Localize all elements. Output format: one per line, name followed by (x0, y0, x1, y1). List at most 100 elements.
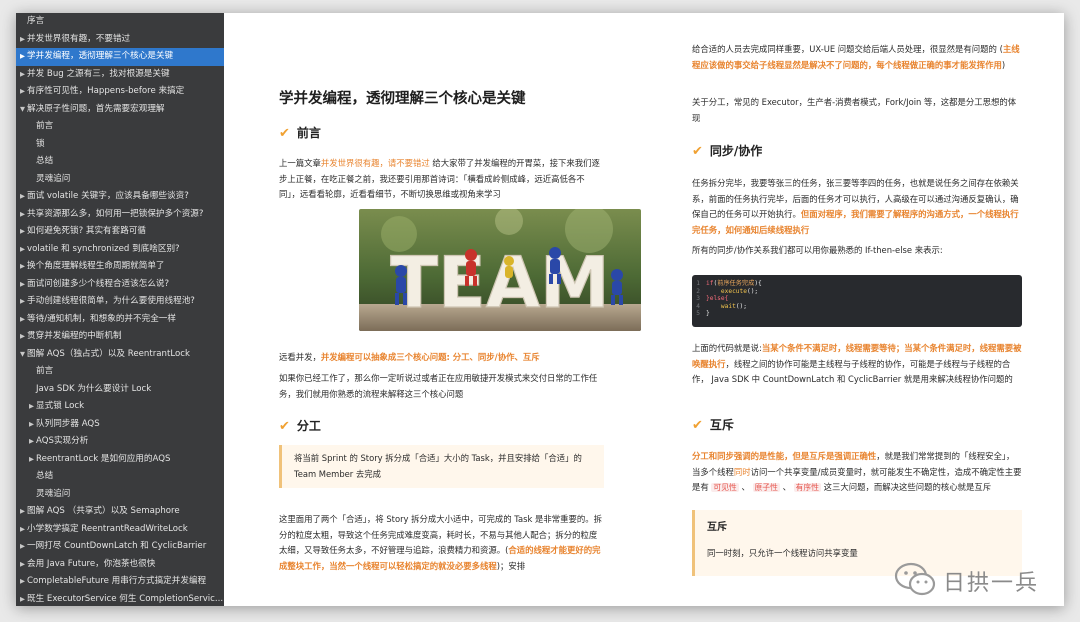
toc-item[interactable]: ▶ 图解 AQS （共享式）以及 Semaphore (16, 503, 224, 521)
team-illustration: TEAM (359, 209, 641, 331)
caret-right-icon[interactable]: ▶ (18, 206, 27, 224)
toc-item-label: 并发世界很有趣，不要错过 (27, 33, 131, 44)
caret-right-icon[interactable]: ▶ (27, 416, 36, 434)
caret-down-icon[interactable]: ▼ (18, 101, 27, 119)
toc-item-label: 解决原子性问题，首先需要宏观理解 (27, 103, 165, 114)
article-title: 学并发编程，透彻理解三个核心是关键 (279, 91, 526, 107)
caret-right-icon[interactable]: ▶ (18, 503, 27, 521)
toc-item[interactable]: ▶ 共享资源那么多，如何用一把锁保护多个资源? (16, 206, 224, 224)
watermark-text: 日拱一兵 (943, 571, 1040, 596)
toc-item[interactable]: ▶ 并发世界很有趣，不要错过 (16, 31, 224, 49)
caret-right-icon[interactable]: ▶ (18, 328, 27, 346)
caret-right-icon[interactable]: ▶ (18, 538, 27, 556)
watermark: 日拱一兵 (893, 557, 1063, 599)
toc-item[interactable]: ▶ 换个角度理解线程生命周期就简单了 (16, 258, 224, 276)
app-window: 序言 ▶ 并发世界很有趣，不要错过 ▶ 学并发编程，透彻理解三个核心是关键 ▶ 并发 Bug… (16, 13, 1064, 606)
sync-paragraph: 任务拆分完毕，我要等张三的任务，张三要等李四的任务，也就是说任务之间存在依赖关系… (692, 178, 1019, 235)
caret-right-icon[interactable]: ▶ (18, 521, 27, 539)
toc-item-label: 一网打尽 CountDownLatch 和 CyclicBarrier (27, 541, 207, 551)
toc-item-label: 如何避免死锁? 其实有套路可循 (27, 226, 147, 236)
caret-right-icon[interactable]: ▶ (18, 258, 27, 276)
after-image-paragraph: 远看并发，并发编程可以抽象成三个核心问题: 分工、同步/协作、互斥 (279, 352, 540, 362)
toc-item[interactable]: ▶ 如何避免死锁? 其实有套路可循 (16, 223, 224, 241)
code-line: 1 if(前序任务完成){ (696, 280, 762, 287)
team-letters: TEAM (390, 242, 609, 324)
toc-item-label: 手动创建线程很简单，为什么要使用线程池? (27, 296, 195, 306)
mutex-paragraph: 分工和同步强调的是性能，但是互斥是强调正确性，就是我们常常提到的「线程安全」，当… (692, 451, 1022, 492)
toc-item-label: 总结 (36, 471, 54, 481)
caret-right-icon[interactable]: ▶ (18, 591, 27, 607)
toc-item[interactable]: 前言 (16, 118, 224, 136)
toc-item[interactable]: ▼ 解决原子性问题，首先需要宏观理解 (16, 101, 224, 119)
if-then-else-paragraph: 所有的同步/协作关系我们都可以用你最熟悉的 If-then-else 来表示: (692, 245, 943, 255)
toc-item[interactable]: ▶ 等待/通知机制，和想象的并不完全一样 (16, 311, 224, 329)
toc-sidebar[interactable]: 序言 ▶ 并发世界很有趣，不要错过 ▶ 学并发编程，透彻理解三个核心是关键 ▶ 并发 Bug… (16, 13, 224, 606)
toc-item-label: 小学数学搞定 ReentrantReadWriteLock (27, 523, 188, 534)
caret-right-icon[interactable]: ▶ (18, 223, 27, 241)
toc-item[interactable]: ▶ 会用 Java Future，你泡茶也很快 (16, 556, 224, 574)
toc-item-label: 显式锁 Lock (36, 401, 85, 411)
toc-item[interactable]: ▶ AQS实现分析 (16, 433, 224, 451)
caret-down-icon[interactable]: ▼ (18, 346, 27, 364)
caret-right-icon[interactable]: ▶ (18, 48, 27, 66)
toc-item[interactable]: ▶ 手动创建线程很简单，为什么要使用线程池? (16, 293, 224, 311)
caret-right-icon[interactable]: ▶ (18, 66, 27, 84)
caret-right-icon[interactable]: ▶ (18, 556, 27, 574)
toc-item-label: 队列同步器 AQS (36, 418, 100, 429)
caret-right-icon[interactable]: ▶ (18, 31, 27, 49)
check-icon: ✔ (279, 126, 290, 141)
code-explain-paragraph: 上面的代码就是说:当某个条件不满足时，线程需要等待；当某个条件满足时，线程需要被… (692, 343, 1022, 384)
toc-item[interactable]: 灵魂追问 (16, 171, 224, 189)
toc-item-label: 学并发编程，透彻理解三个核心是关键 (27, 51, 174, 61)
caret-right-icon[interactable]: ▶ (27, 398, 36, 416)
caret-right-icon[interactable]: ▶ (18, 83, 27, 101)
heading-divide: ✔ 分工 (279, 419, 321, 434)
caret-right-icon[interactable]: ▶ (18, 311, 27, 329)
toc-item[interactable]: ▶ 并发 Bug 之源有三，找对根源是关键 (16, 66, 224, 84)
caret-right-icon[interactable]: ▶ (27, 451, 36, 469)
toc-item[interactable]: ▶ 学并发编程，透彻理解三个核心是关键 (16, 48, 224, 66)
code-block: 1 if(前序任务完成){ 2 execute(); 3}else{ 4 wait… (692, 275, 1022, 327)
caret-right-icon[interactable]: ▶ (18, 293, 27, 311)
caret-right-icon[interactable]: ▶ (18, 241, 27, 259)
article-content: 学并发编程，透彻理解三个核心是关键 ✔ 前言 上一篇文章并发世界很有趣，请不要错过… (224, 13, 1064, 606)
toc-item[interactable]: ▶ 贯穿并发编程的中断机制 (16, 328, 224, 346)
toc-item-label: 图解 AQS （共享式）以及 Semaphore (27, 506, 180, 516)
tag-ordering: 有序性 (793, 483, 821, 492)
toc-item[interactable]: ▶ 有序性可见性，Happens-before 来搞定 (16, 83, 224, 101)
toc-item[interactable]: ▶ ReentrantLock 是如何应用的AQS (16, 451, 224, 469)
toc-item[interactable]: 总结 (16, 468, 224, 486)
toc-item[interactable]: 灵魂追问 (16, 486, 224, 504)
toc-item-label: 有序性可见性，Happens-before 来搞定 (27, 86, 185, 96)
wechat-icon (894, 562, 936, 596)
toc-item-label: 共享资源那么多，如何用一把锁保护多个资源? (27, 208, 204, 219)
quote-sprint: 将当前 Sprint 的 Story 拆分成「合适」大小的 Task，并且安排给… (279, 445, 604, 488)
toc-item[interactable]: ▶ 队列同步器 AQS (16, 416, 224, 434)
toc-item[interactable]: ▶ CompletableFuture 用串行方式搞定并发编程 (16, 573, 224, 591)
caret-right-icon[interactable]: ▶ (27, 433, 36, 451)
caret-right-icon[interactable]: ▶ (18, 573, 27, 591)
toc-item-label: volatile 和 synchronized 到底啥区别? (27, 243, 180, 254)
toc-item[interactable]: 前言 (16, 363, 224, 381)
toc-item-label: 灵魂追问 (36, 173, 71, 184)
toc-item[interactable]: ▶ 显式锁 Lock (16, 398, 224, 416)
toc-item[interactable]: ▶ 一网打尽 CountDownLatch 和 CyclicBarrier (16, 538, 224, 556)
toc-item-label: 面试问创建多少个线程合适该怎么说? (27, 278, 170, 289)
toc-item-label: ReentrantLock 是如何应用的AQS (36, 453, 171, 464)
toc-item[interactable]: 总结 (16, 153, 224, 171)
toc-item[interactable]: Java SDK 为什么要设计 Lock (16, 381, 224, 399)
toc-item[interactable]: ▶ 既生 ExecutorService 何生 CompletionServic.… (16, 591, 224, 607)
toc-item[interactable]: 序言 (16, 13, 224, 31)
prev-article-link[interactable]: 并发世界很有趣，请不要错过 (321, 158, 430, 168)
toc-item[interactable]: ▶ 面试问创建多少个线程合适该怎么说? (16, 276, 224, 294)
toc-item[interactable]: ▶ 面试 volatile 关键字，应该具备哪些谈资? (16, 188, 224, 206)
toc-item[interactable]: ▶ 小学数学搞定 ReentrantReadWriteLock (16, 521, 224, 539)
agile-paragraph: 如果你已经工作了，那么你一定听说过或者正在应用敏捷开发模式来交付日常的工作任务，… (279, 373, 598, 399)
caret-right-icon[interactable]: ▶ (18, 276, 27, 294)
caret-right-icon[interactable]: ▶ (18, 188, 27, 206)
divide-paragraph: 这里面用了两个「合适」，将 Story 拆分成大小适中，可完成的 Task 是非… (279, 514, 603, 571)
tag-atomicity: 原子性 (752, 483, 780, 492)
toc-item[interactable]: ▼ 图解 AQS（独占式）以及 ReentrantLock (16, 346, 224, 364)
toc-item[interactable]: 锁 (16, 136, 224, 154)
toc-item[interactable]: ▶ volatile 和 synchronized 到底啥区别? (16, 241, 224, 259)
